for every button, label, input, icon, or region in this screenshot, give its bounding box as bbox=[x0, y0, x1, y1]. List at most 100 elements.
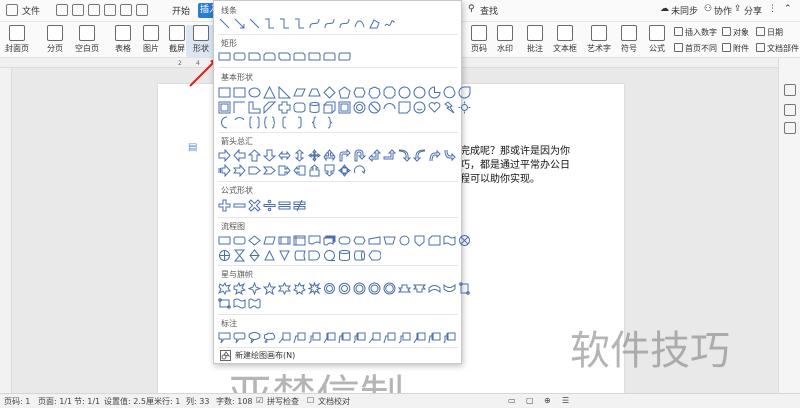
curved-connector-icon[interactable] bbox=[308, 17, 321, 30]
right-bracket-icon[interactable] bbox=[293, 116, 306, 129]
bevel-icon[interactable] bbox=[338, 101, 351, 114]
explosion-1-icon[interactable] bbox=[218, 282, 231, 295]
rounded-rect-icon[interactable] bbox=[233, 50, 246, 63]
status-pages[interactable]: 页面: 1/1 bbox=[38, 396, 72, 407]
flow-display-icon[interactable] bbox=[368, 249, 381, 262]
divide-shape-icon[interactable] bbox=[263, 199, 276, 212]
elbow-double-arrow-icon[interactable] bbox=[293, 17, 306, 30]
blank-page-button[interactable]: 空白页 bbox=[72, 25, 102, 54]
accent-callout-3-icon[interactable] bbox=[353, 331, 366, 344]
textbox-button[interactable]: 文本框 bbox=[550, 25, 580, 54]
flow-sequential-access-icon[interactable] bbox=[323, 249, 336, 262]
page-view-icon[interactable]: ▢ bbox=[526, 396, 534, 405]
textbox-shape-icon[interactable] bbox=[218, 86, 231, 99]
decagon-icon[interactable] bbox=[398, 86, 411, 99]
star-10-icon[interactable] bbox=[323, 282, 336, 295]
collapse-icon[interactable]: ⌃ bbox=[784, 4, 792, 14]
flow-document-icon[interactable] bbox=[308, 234, 321, 247]
notched-right-arrow-icon[interactable] bbox=[233, 164, 246, 177]
smiley-face-icon[interactable] bbox=[413, 101, 426, 114]
down-ribbon-icon[interactable] bbox=[413, 282, 426, 295]
collab-button[interactable]: 协作 bbox=[714, 4, 732, 17]
star-4-icon[interactable] bbox=[248, 282, 261, 295]
snip-two-corner-icon[interactable] bbox=[263, 50, 276, 63]
status-col[interactable]: 列: 33 bbox=[186, 396, 209, 407]
status-section[interactable]: 节: 1/1 bbox=[74, 396, 100, 407]
snip-rect-icon[interactable] bbox=[248, 50, 261, 63]
oval-callout-icon[interactable] bbox=[248, 331, 261, 344]
status-wordcount[interactable]: 字数: 108 bbox=[216, 396, 253, 407]
chevron-arrow-icon[interactable] bbox=[263, 164, 276, 177]
flow-delay-icon[interactable] bbox=[308, 249, 321, 262]
horizontal-scroll-icon[interactable] bbox=[218, 297, 231, 310]
hexagon-icon[interactable] bbox=[353, 86, 366, 99]
flow-decision-icon[interactable] bbox=[248, 234, 261, 247]
accent-callout-2-icon[interactable] bbox=[338, 331, 351, 344]
edit-icon[interactable] bbox=[784, 104, 796, 116]
block-arc-icon[interactable] bbox=[383, 101, 396, 114]
plaque-icon[interactable] bbox=[293, 101, 306, 114]
status-spellcheck[interactable]: 拼写检查 bbox=[267, 396, 299, 407]
up-ribbon-icon[interactable] bbox=[398, 282, 411, 295]
flow-merge-icon[interactable] bbox=[278, 249, 291, 262]
lightning-bolt-icon[interactable] bbox=[443, 101, 456, 114]
flow-stored-data-icon[interactable] bbox=[293, 249, 306, 262]
dodecagon-icon[interactable] bbox=[413, 86, 426, 99]
u-turn-arrow-icon[interactable] bbox=[353, 149, 366, 162]
parallelogram-icon[interactable] bbox=[293, 86, 306, 99]
line-callout-1-icon[interactable] bbox=[278, 331, 291, 344]
share-button[interactable]: 分享 bbox=[744, 4, 762, 17]
page-break-button[interactable]: 分页 bbox=[40, 25, 70, 54]
heart-icon[interactable] bbox=[428, 101, 441, 114]
striped-right-arrow-icon[interactable] bbox=[218, 164, 231, 177]
curved-left-arrow-icon[interactable] bbox=[413, 149, 426, 162]
cover-page-button[interactable]: 封面页 bbox=[2, 25, 32, 54]
redo-icon[interactable] bbox=[136, 4, 148, 16]
flow-collate-icon[interactable] bbox=[233, 249, 246, 262]
border-callout-1-icon[interactable] bbox=[368, 331, 381, 344]
line-callout-2-icon[interactable] bbox=[293, 331, 306, 344]
not-equal-shape-icon[interactable] bbox=[293, 199, 306, 212]
curved-up-ribbon-icon[interactable] bbox=[428, 282, 441, 295]
half-frame-icon[interactable] bbox=[233, 101, 246, 114]
flow-terminator-icon[interactable] bbox=[338, 234, 351, 247]
vertical-scroll-icon[interactable] bbox=[458, 282, 471, 295]
flow-predefined-icon[interactable] bbox=[278, 234, 291, 247]
line-callout-3-icon[interactable] bbox=[308, 331, 321, 344]
chord-icon[interactable] bbox=[443, 86, 456, 99]
no-symbol-icon[interactable] bbox=[368, 101, 381, 114]
curved-down-arrow-icon[interactable] bbox=[443, 149, 456, 162]
view-mode-icon[interactable]: ▭ bbox=[508, 396, 516, 405]
flow-preparation-icon[interactable] bbox=[353, 234, 366, 247]
arc-icon[interactable] bbox=[233, 116, 246, 129]
moon-icon[interactable] bbox=[218, 116, 231, 129]
save-icon[interactable] bbox=[56, 4, 68, 16]
flow-card-icon[interactable] bbox=[428, 234, 441, 247]
search-icon[interactable]: ⚲ bbox=[468, 4, 475, 14]
status-page-num[interactable]: 页码: 1 bbox=[4, 396, 30, 407]
flow-offpage-icon[interactable] bbox=[413, 234, 426, 247]
star-16-icon[interactable] bbox=[353, 282, 366, 295]
diamond-icon[interactable] bbox=[323, 86, 336, 99]
equal-shape-icon[interactable] bbox=[278, 199, 291, 212]
triangle-icon[interactable] bbox=[263, 86, 276, 99]
diagonal-stripe-icon[interactable] bbox=[263, 101, 276, 114]
undo-icon[interactable] bbox=[120, 4, 132, 16]
curved-double-arrow-icon[interactable] bbox=[338, 17, 351, 30]
flow-or-icon[interactable] bbox=[218, 249, 231, 262]
left-right-up-arrow-icon[interactable] bbox=[323, 149, 336, 162]
flow-alt-process-icon[interactable] bbox=[233, 234, 246, 247]
can-icon[interactable] bbox=[308, 101, 321, 114]
minus-shape-icon[interactable] bbox=[233, 199, 246, 212]
watermark-button[interactable]: 水印 bbox=[490, 25, 520, 54]
round-same-side-icon[interactable] bbox=[323, 50, 336, 63]
flow-manual-operation-icon[interactable] bbox=[383, 234, 396, 247]
double-wave-icon[interactable] bbox=[248, 297, 261, 310]
accent-border-callout-3-icon[interactable] bbox=[443, 331, 456, 344]
l-shape-icon[interactable] bbox=[248, 101, 261, 114]
web-view-icon[interactable]: ⊕ bbox=[544, 396, 551, 405]
pie-icon[interactable] bbox=[428, 86, 441, 99]
star-7-icon[interactable] bbox=[293, 282, 306, 295]
accent-border-callout-1-icon[interactable] bbox=[413, 331, 426, 344]
search-label[interactable]: 查找 bbox=[480, 4, 498, 17]
